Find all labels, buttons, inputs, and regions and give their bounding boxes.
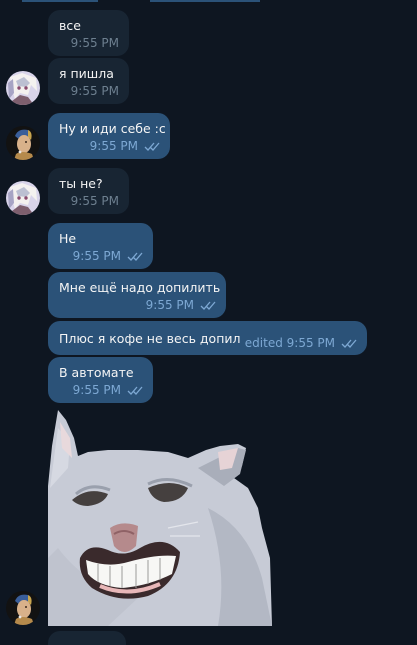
message-time: 9:55 PM [72, 383, 121, 397]
message-time: 9:55 PM [70, 194, 119, 208]
painting-avatar-icon [6, 126, 40, 160]
message-text: ты не? [59, 176, 103, 191]
double-check-icon [200, 301, 216, 310]
avatar[interactable] [6, 591, 40, 625]
message-text: Мне ещё надо допилить [59, 280, 221, 295]
message-meta: 9:55 PM [71, 84, 119, 98]
message-meta: 9:55 PM [73, 249, 143, 263]
double-check-icon [127, 252, 143, 261]
message-text: Не [59, 231, 77, 246]
message-time: 9:55 PM [72, 249, 121, 263]
message-bubble[interactable]: все 9:55 PM [48, 10, 129, 56]
message-meta: 9:55 PM [71, 36, 119, 50]
message-bubble-partial[interactable] [48, 631, 126, 645]
message-bubble[interactable]: ты не? 9:55 PM [48, 168, 129, 214]
message-bubble[interactable]: Ну и иди себе :с 9:55 PM [48, 113, 170, 159]
message-bubble[interactable]: Мне ещё надо допилить 9:55 PM [48, 272, 226, 318]
message-meta: edited 9:55 PM [245, 336, 357, 350]
message-text: В автомате [59, 365, 134, 380]
double-check-icon [127, 386, 143, 395]
message-text: я пишла [59, 66, 114, 81]
avatar[interactable] [6, 126, 40, 160]
message-time: 9:55 PM [145, 298, 194, 312]
message-bubble[interactable]: В автомате 9:55 PM [48, 357, 153, 403]
message-text: Ну и иди себе :с [59, 121, 166, 136]
avatar[interactable] [6, 181, 40, 215]
message-time: edited 9:55 PM [244, 336, 335, 350]
message-meta: 9:55 PM [90, 139, 160, 153]
double-check-icon [341, 339, 357, 348]
message-meta: 9:55 PM [146, 298, 216, 312]
message-time: 9:55 PM [89, 139, 138, 153]
message-time: 9:55 PM [70, 84, 119, 98]
anime-avatar-icon [6, 181, 40, 215]
message-meta: 9:55 PM [71, 194, 119, 208]
message-bubble[interactable]: Не 9:55 PM [48, 223, 153, 269]
message-meta: 9:55 PM [73, 383, 143, 397]
anime-avatar-icon [6, 71, 40, 105]
message-time: 9:55 PM [70, 36, 119, 50]
message-bubble[interactable]: я пишла 9:55 PM [48, 58, 129, 104]
top-edge [0, 0, 417, 3]
message-text: все [59, 18, 81, 33]
double-check-icon [144, 142, 160, 151]
painting-avatar-icon [6, 591, 40, 625]
avatar[interactable] [6, 71, 40, 105]
message-bubble[interactable]: Плюс я кофе не весь допил edited 9:55 PM [48, 321, 367, 355]
cat-sticker[interactable] [48, 408, 274, 626]
